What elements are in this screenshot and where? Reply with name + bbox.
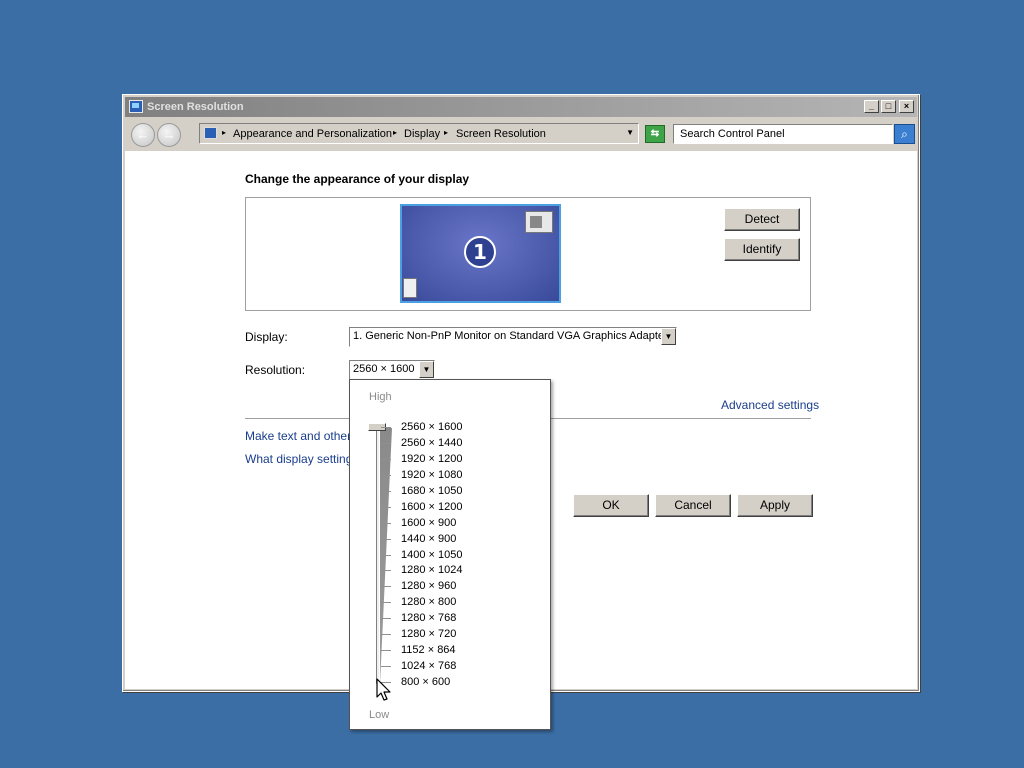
breadcrumb[interactable]: ▸ Appearance and Personalization ▸ Displ… (199, 123, 639, 144)
resolution-option[interactable]: 1280 × 720 (381, 627, 462, 643)
resolution-option[interactable]: 1440 × 900 (381, 532, 462, 548)
back-button[interactable]: ← (131, 123, 155, 147)
resolution-option[interactable]: 800 × 600 (381, 675, 462, 691)
resolution-option[interactable]: 2560 × 1440 (381, 436, 462, 452)
resolution-option-label: 2560 × 1440 (401, 436, 463, 449)
breadcrumb-display[interactable]: Display (404, 128, 440, 140)
detect-button[interactable]: Detect (724, 208, 800, 231)
slider-tick (381, 618, 391, 620)
slider-tick (381, 538, 391, 540)
close-button[interactable]: × (899, 100, 914, 113)
forward-button[interactable]: → (157, 123, 181, 147)
breadcrumb-appearance[interactable]: Appearance and Personalization (233, 128, 392, 140)
resolution-option-label: 1400 × 1050 (401, 548, 463, 561)
slider-tick (381, 650, 391, 652)
slider-tick (381, 634, 391, 636)
slider-tick (381, 427, 391, 428)
monitor-preview-panel: 1 Detect Identify (245, 197, 811, 311)
display-settings-icon (129, 100, 143, 113)
apply-button[interactable]: Apply (737, 494, 813, 517)
control-panel-icon (204, 127, 217, 139)
slider-tick (381, 570, 391, 572)
resolution-label: Resolution: (245, 363, 306, 377)
resolution-option-label: 1440 × 900 (401, 532, 457, 545)
resolution-option-label: 1920 × 1200 (401, 452, 463, 465)
resolution-option[interactable]: 1920 × 1080 (381, 468, 462, 484)
resolution-option-label: 1680 × 1050 (401, 484, 463, 497)
resolution-option[interactable]: 1280 × 960 (381, 579, 462, 595)
resolution-options: 2560 × 1600 2560 × 1440 1920 × 1200 1920 × … (381, 420, 462, 691)
resolution-option-label: 1280 × 1024 (401, 564, 463, 577)
breadcrumb-screen-resolution[interactable]: Screen Resolution (456, 128, 546, 140)
resolution-option-label: 1280 × 720 (401, 628, 457, 641)
display-select-value: 1. Generic Non-PnP Monitor on Standard V… (353, 330, 668, 342)
display-label: Display: (245, 330, 288, 344)
slider-tick (381, 442, 391, 444)
resolution-option[interactable]: 1280 × 1024 (381, 563, 462, 579)
resolution-option-label: 1920 × 1080 (401, 468, 463, 481)
slider-tick (381, 458, 391, 460)
resolution-option[interactable]: 1680 × 1050 (381, 484, 462, 500)
high-label: High (369, 391, 392, 403)
resolution-option[interactable]: 1400 × 1050 (381, 548, 462, 564)
chevron-right-icon[interactable]: ▸ (222, 128, 226, 137)
slider-tick (381, 522, 391, 524)
slider-tick (381, 506, 391, 508)
chevron-right-icon[interactable]: ▸ (393, 128, 397, 137)
resolution-option-label: 2560 × 1600 (401, 421, 463, 433)
resolution-option[interactable]: 1280 × 800 (381, 595, 462, 611)
window-title: Screen Resolution (147, 101, 244, 113)
search-input[interactable]: Search Control Panel (673, 124, 893, 144)
maximize-button[interactable]: □ (881, 100, 896, 113)
low-label: Low (369, 709, 390, 721)
resolution-option[interactable]: 2560 × 1600 (381, 420, 462, 436)
text-size-link[interactable]: Make text and other it (245, 429, 360, 443)
slider-tick (381, 586, 391, 588)
identify-button[interactable]: Identify (724, 238, 800, 261)
ok-button[interactable]: OK (573, 494, 649, 517)
display-select[interactable]: 1. Generic Non-PnP Monitor on Standard V… (349, 327, 677, 347)
mouse-cursor-icon (376, 678, 391, 701)
advanced-settings-link[interactable]: Advanced settings (721, 398, 819, 412)
page-title: Change the appearance of your display (245, 172, 470, 186)
resolution-option[interactable]: 1920 × 1200 (381, 452, 462, 468)
resolution-option-label: 1280 × 800 (401, 596, 457, 609)
slider-tick (381, 554, 391, 556)
resolution-option-label: 1024 × 768 (401, 660, 457, 673)
window-icon (525, 211, 553, 233)
search-icon[interactable]: ⌕ (894, 124, 915, 144)
title-bar[interactable]: Screen Resolution _ □ × (125, 97, 917, 117)
resolution-option-label: 800 × 600 (401, 676, 451, 688)
resolution-option-label: 1152 × 864 (401, 644, 456, 657)
resolution-option-label: 1280 × 768 (401, 612, 457, 625)
chevron-down-icon[interactable]: ▼ (661, 328, 676, 345)
chevron-down-icon[interactable]: ▼ (419, 361, 434, 378)
resolution-option[interactable]: 1600 × 1200 (381, 500, 462, 516)
cancel-button[interactable]: Cancel (655, 494, 731, 517)
resolution-option[interactable]: 1600 × 900 (381, 516, 462, 532)
slider-tick (381, 490, 391, 492)
slider-tick (381, 602, 391, 604)
address-bar: ← → ▸ Appearance and Personalization ▸ D… (125, 117, 917, 152)
resolution-option[interactable]: 1152 × 864 (381, 643, 462, 659)
display-settings-help-link[interactable]: What display settings (245, 452, 358, 466)
resolution-option[interactable]: 1024 × 768 (381, 659, 462, 675)
resolution-option-label: 1600 × 900 (401, 516, 457, 529)
resolution-option[interactable]: 1280 × 768 (381, 611, 462, 627)
slider-tick (381, 474, 391, 476)
resolution-select[interactable]: 2560 × 1600 ▼ (349, 360, 435, 380)
resolution-slider-track[interactable] (376, 428, 380, 684)
refresh-icon[interactable]: ⇆ (645, 125, 665, 143)
resolution-option-label: 1600 × 1200 (401, 500, 463, 513)
resolution-option-label: 1280 × 960 (401, 580, 457, 593)
document-icon (403, 278, 417, 298)
monitor-number-badge: 1 (464, 236, 496, 268)
resolution-select-value: 2560 × 1600 (353, 363, 415, 375)
monitor-thumbnail[interactable]: 1 (400, 204, 561, 303)
slider-tick (381, 666, 391, 668)
chevron-down-icon[interactable]: ▼ (626, 128, 634, 137)
minimize-button[interactable]: _ (864, 100, 879, 113)
chevron-right-icon[interactable]: ▸ (444, 128, 448, 137)
